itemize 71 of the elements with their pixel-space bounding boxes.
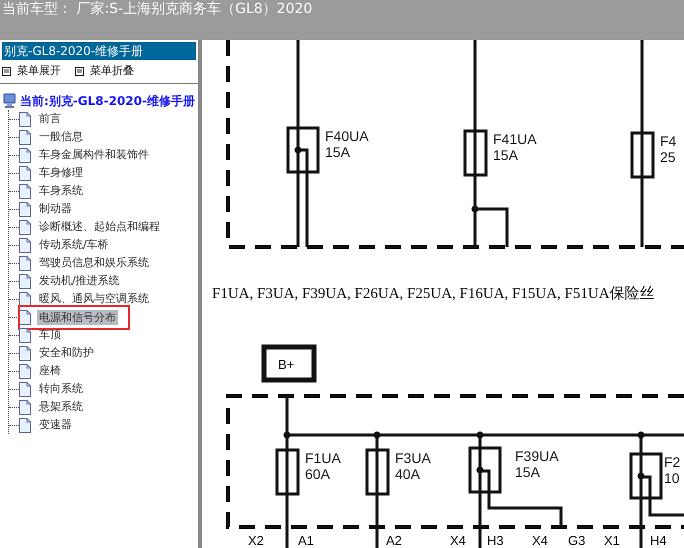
tree-item[interactable]: 驾驶员信息和娱乐系统: [39, 254, 149, 272]
connector-label: X2: [248, 533, 264, 548]
connector-label: G3: [568, 533, 586, 548]
page-icon: [19, 328, 31, 342]
tree-item[interactable]: 悬架系统: [39, 398, 83, 416]
page-icon: [19, 382, 31, 396]
fuse-rating: 10: [664, 470, 680, 486]
page-icon: [19, 238, 31, 252]
sidebar-header: 别克-GL8-2020-维修手册: [2, 42, 196, 60]
page-icon: [19, 292, 31, 306]
tree-item[interactable]: 诊断概述、起始点和编程: [39, 218, 160, 236]
computer-icon: [3, 93, 16, 109]
source-label: B+: [278, 357, 294, 372]
tree-item[interactable]: 制动器: [39, 200, 72, 218]
diagram-caption: F1UA, F3UA, F39UA, F26UA, F25UA, F16UA, F15UA, F51UA保险丝: [212, 286, 655, 302]
tree-item[interactable]: 座椅: [39, 362, 61, 380]
list-icon: [75, 67, 84, 76]
connector-label: X4: [532, 533, 548, 548]
tree-item[interactable]: 一般信息: [39, 128, 83, 146]
page-icon: [19, 400, 31, 414]
page-icon: [19, 346, 31, 360]
tree-item[interactable]: 车身修理: [39, 164, 83, 182]
fuse-name: F2: [664, 454, 680, 470]
page-icon: [19, 220, 31, 234]
tree-item[interactable]: 车身系统: [39, 182, 83, 200]
fuse-rating: 15A: [325, 144, 350, 160]
page-icon: [19, 202, 31, 216]
tree-item[interactable]: 车顶: [39, 326, 61, 344]
page-icon: [19, 166, 31, 180]
page-icon: [19, 130, 31, 144]
tree-item[interactable]: 前言: [39, 110, 61, 128]
tree-root[interactable]: 当前:别克-GL8-2020-维修手册: [20, 92, 195, 110]
list-icon: [2, 67, 11, 76]
page-icon: [19, 256, 31, 270]
fuse-rating: 25: [660, 149, 676, 165]
page-icon: [19, 364, 31, 378]
fuse-name: F3UA: [395, 450, 431, 466]
source-box: [262, 344, 316, 382]
tree-item[interactable]: 传动系统/车桥: [39, 236, 109, 254]
fuse-name: F1UA: [305, 450, 341, 466]
page-icon: [19, 184, 31, 198]
connector-label: A2: [386, 533, 402, 548]
fuse-rating: 15A: [493, 147, 518, 163]
connector-label: H4: [650, 533, 667, 548]
fuse-rating: 60A: [305, 466, 330, 482]
fuse-name: F39UA: [515, 448, 559, 464]
page-icon: [19, 418, 31, 432]
fuse-rating: 15A: [515, 464, 540, 480]
page-icon: [19, 274, 31, 288]
page-icon: [19, 148, 31, 162]
tree-item[interactable]: 电源和信号分布: [37, 310, 118, 324]
connector-label: X1: [604, 533, 620, 548]
title-bar: 当前车型： 厂家:S-上海别克商务车（GL8）2020: [0, 0, 684, 40]
tree-item[interactable]: 变速器: [39, 416, 72, 434]
menu-toggle-button[interactable]: 菜单展开: [2, 63, 61, 80]
fuse-rating: 40A: [395, 466, 420, 482]
fuse-name: F4: [660, 133, 676, 149]
wire-branch: [472, 206, 508, 247]
tree-item[interactable]: 暖风、通风与空调系统: [39, 290, 149, 308]
tree-item[interactable]: 发动机/推进系统: [39, 272, 120, 290]
menu-toggle-button[interactable]: 菜单折叠: [75, 63, 134, 80]
connector-label: A1: [298, 533, 314, 548]
page-icon: [19, 112, 31, 126]
tree-item[interactable]: 转向系统: [39, 380, 83, 398]
tree-item[interactable]: 车身金属构件和装饰件: [39, 146, 149, 164]
page-icon: [19, 310, 31, 324]
connector-label: X4: [450, 533, 466, 548]
connector-label: H3: [487, 533, 504, 548]
tree-item[interactable]: 安全和防护: [39, 344, 94, 362]
fuse-name: F41UA: [493, 131, 537, 147]
fuse-name: F40UA: [325, 128, 369, 144]
